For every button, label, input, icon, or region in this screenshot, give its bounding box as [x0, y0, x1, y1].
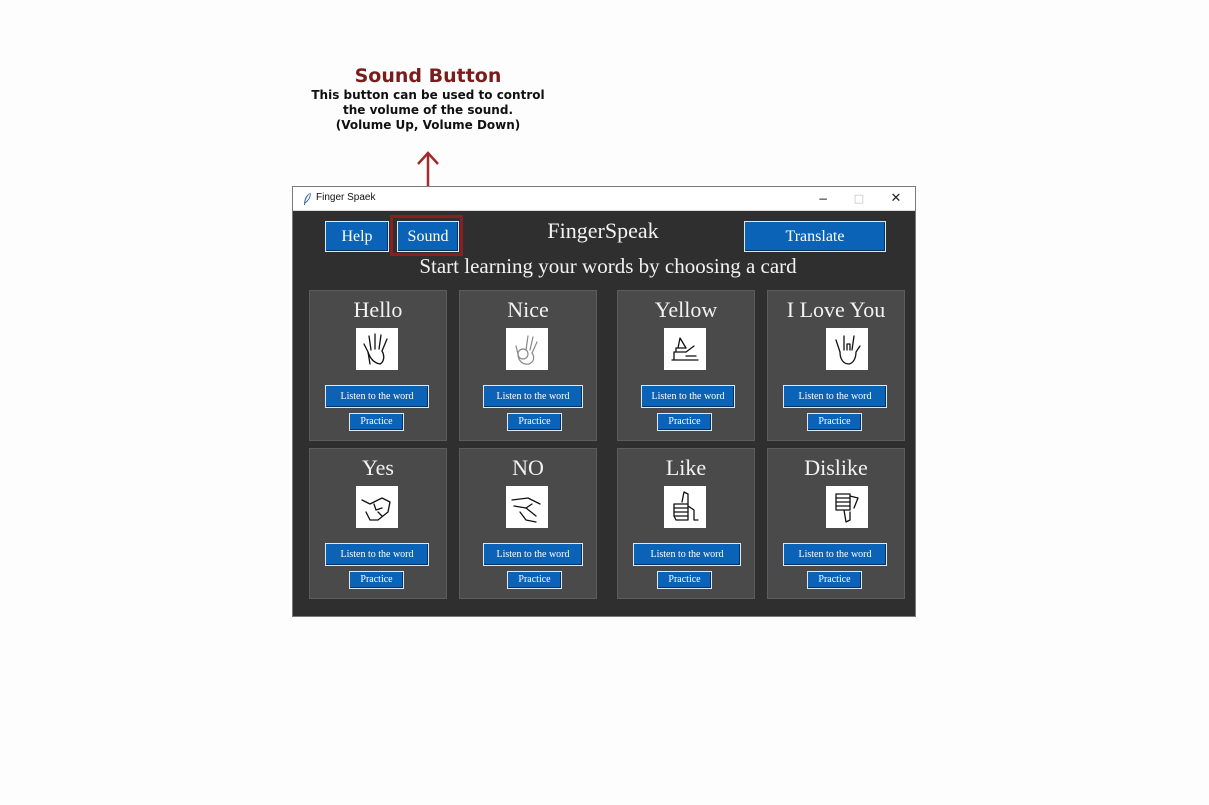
sound-button-highlight [390, 215, 463, 256]
practice-button[interactable]: Practice [349, 413, 404, 431]
window-title: Finger Spaek [316, 192, 376, 203]
card-word: Hello [353, 297, 403, 322]
annotation-title: Sound Button [354, 65, 502, 87]
listen-button[interactable]: Listen to the word [633, 543, 741, 566]
word-card-hello[interactable]: Hello Listen to the word Practice [309, 290, 447, 441]
open-hand-icon [356, 328, 398, 370]
annotation-callout: Sound Button This button can be used to … [300, 64, 556, 133]
card-word: I Love You [786, 297, 886, 322]
page-subtitle: Start learning your words by choosing a … [419, 254, 797, 278]
app-title: FingerSpeak [547, 218, 659, 243]
ok-hand-icon [506, 328, 548, 370]
practice-button[interactable]: Practice [807, 413, 862, 431]
card-word: Like [665, 455, 707, 480]
word-card-like[interactable]: Like Listen to the word Practice [617, 448, 755, 599]
card-word: Yellow [654, 297, 718, 322]
card-word: Dislike [804, 455, 868, 480]
practice-button[interactable]: Practice [507, 413, 562, 431]
close-button[interactable]: ✕ [878, 189, 914, 209]
listen-button[interactable]: Listen to the word [483, 543, 583, 566]
practice-button[interactable]: Practice [507, 571, 562, 589]
listen-button[interactable]: Listen to the word [783, 543, 887, 566]
word-card-yellow[interactable]: Yellow Listen to the word Practice [617, 290, 755, 441]
translate-button[interactable]: Translate [744, 221, 886, 252]
no-hand-icon [506, 486, 548, 528]
app-window: Finger Spaek − □ ✕ Help Sound FingerSpea… [292, 186, 916, 617]
word-card-nice[interactable]: Nice Listen to the word Practice [459, 290, 597, 441]
card-word: Nice [507, 297, 549, 322]
listen-button[interactable]: Listen to the word [325, 543, 429, 566]
word-card-no[interactable]: NO Listen to the word Practice [459, 448, 597, 599]
shaka-hand-icon [664, 328, 706, 370]
window-titlebar[interactable]: Finger Spaek − □ ✕ [293, 187, 915, 211]
maximize-button[interactable]: □ [841, 189, 877, 209]
annotation-line: This button can be used to control [311, 88, 545, 102]
main-content: Help Sound FingerSpeak Translate Start l… [293, 211, 915, 616]
help-button[interactable]: Help [325, 221, 389, 252]
listen-button[interactable]: Listen to the word [641, 385, 735, 408]
thumbs-down-icon [826, 486, 868, 528]
minimize-button[interactable]: − [805, 189, 841, 209]
listen-button[interactable]: Listen to the word [325, 385, 429, 408]
fist-hand-icon [356, 486, 398, 528]
practice-button[interactable]: Practice [807, 571, 862, 589]
listen-button[interactable]: Listen to the word [783, 385, 887, 408]
practice-button[interactable]: Practice [657, 413, 712, 431]
feather-icon [304, 192, 311, 205]
word-card-i-love-you[interactable]: I Love You Listen to the word Practice [767, 290, 905, 441]
annotation-line: (Volume Up, Volume Down) [335, 118, 521, 132]
card-word: Yes [361, 455, 394, 480]
word-card-yes[interactable]: Yes Listen to the word Practice [309, 448, 447, 599]
thumbs-up-icon [664, 486, 706, 528]
word-card-dislike[interactable]: Dislike Listen to the word Practice [767, 448, 905, 599]
annotation-line: the volume of the sound. [343, 103, 513, 117]
ily-hand-icon [826, 328, 868, 370]
practice-button[interactable]: Practice [349, 571, 404, 589]
listen-button[interactable]: Listen to the word [483, 385, 583, 408]
card-word: NO [512, 455, 544, 480]
practice-button[interactable]: Practice [657, 571, 712, 589]
